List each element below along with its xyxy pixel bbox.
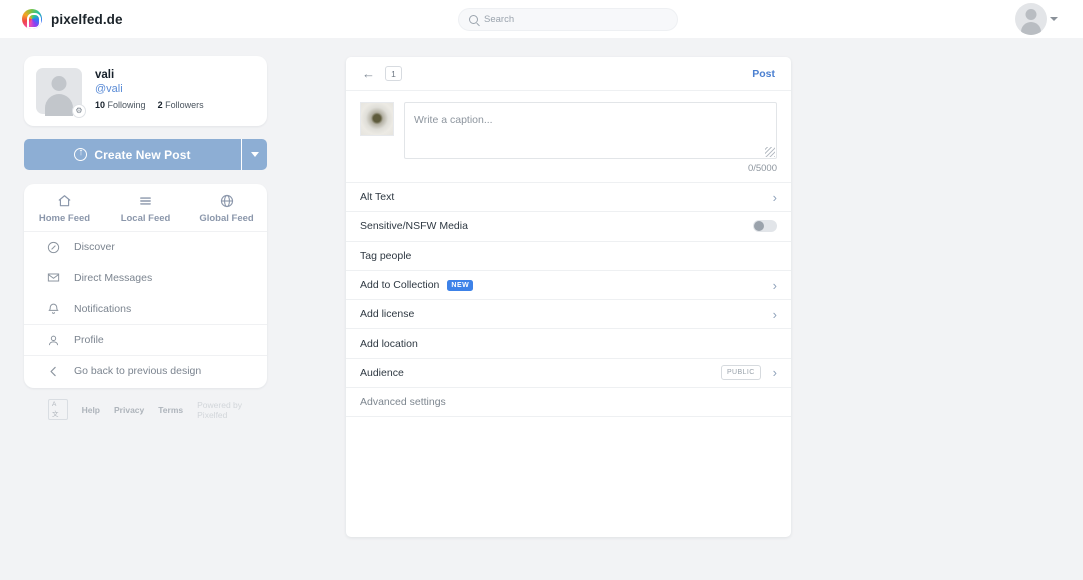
chevron-right-icon: › <box>772 189 777 205</box>
row-add-to-collection-label: Add to Collection NEW <box>360 279 474 292</box>
tab-local-feed[interactable]: Local Feed <box>105 193 186 224</box>
row-advanced-settings[interactable]: Advanced settings <box>346 388 791 418</box>
footer-link-help[interactable]: Help <box>82 405 100 415</box>
followers-count: 2 <box>157 100 163 110</box>
avatar-head <box>51 76 67 91</box>
post-composer-panel: ← 1 Post Write a caption... 0/5000 Alt T… <box>346 57 791 537</box>
search-icon <box>469 15 478 24</box>
chevron-down-icon[interactable] <box>1050 17 1058 21</box>
person-icon <box>46 334 60 347</box>
new-badge: NEW <box>447 279 474 291</box>
sidebar-item-discover-label: Discover <box>74 241 115 253</box>
row-tag-people-label: Tag people <box>360 249 412 262</box>
tab-global-feed-label: Global Feed <box>199 213 254 224</box>
sidebar-item-direct-messages-label: Direct Messages <box>74 271 153 284</box>
media-thumbnail[interactable] <box>360 102 394 136</box>
language-icon[interactable]: A文 <box>48 399 68 420</box>
avatar-head <box>1025 9 1037 20</box>
add-to-collection-text: Add to Collection <box>360 279 440 292</box>
sensitive-nsfw-toggle[interactable] <box>753 220 777 233</box>
chevron-right-icon: › <box>772 306 777 322</box>
followers-stat[interactable]: 2 Followers <box>158 100 204 110</box>
chevron-left-icon <box>46 365 60 378</box>
avatar-body <box>1021 22 1041 35</box>
pixelfed-logo-icon <box>22 9 42 29</box>
sidebar-item-notifications[interactable]: Notifications <box>24 293 267 324</box>
resize-handle[interactable] <box>765 147 775 157</box>
sidebar-item-direct-messages[interactable]: Direct Messages <box>24 262 267 293</box>
tab-home-feed[interactable]: Home Feed <box>24 193 105 224</box>
profile-card[interactable]: ⚙ vali @vali 10 Following 2 Followers <box>24 56 267 126</box>
row-tag-people[interactable]: Tag people <box>346 242 791 271</box>
media-count-badge: 1 <box>385 66 402 81</box>
caption-area: Write a caption... 0/5000 <box>346 91 791 183</box>
sidebar-footer: A文 Help Privacy Terms Powered by Pixelfe… <box>24 399 267 420</box>
create-post-dropdown-button[interactable] <box>241 139 267 170</box>
row-alt-text-label: Alt Text <box>360 191 395 204</box>
bell-icon <box>46 302 60 315</box>
row-sensitive-nsfw-label: Sensitive/NSFW Media <box>360 220 468 233</box>
sidebar-item-notifications-label: Notifications <box>74 302 132 315</box>
following-label: Following <box>107 100 146 110</box>
row-add-location[interactable]: Add location <box>346 329 791 359</box>
search-input[interactable] <box>484 14 667 25</box>
envelope-icon <box>46 271 60 284</box>
row-advanced-settings-label: Advanced settings <box>360 396 446 409</box>
back-arrow-icon[interactable]: ← <box>362 67 375 80</box>
composer-header: ← 1 Post <box>346 57 791 91</box>
sidebar-menu-card: Home Feed Local Feed Global Feed Discove… <box>24 184 267 388</box>
sidebar-item-discover[interactable]: Discover <box>24 231 267 262</box>
brand-name: pixelfed.de <box>51 11 123 27</box>
sidebar-item-profile[interactable]: Profile <box>24 324 267 355</box>
profile-name: vali <box>95 69 115 81</box>
row-add-license[interactable]: Add license › <box>346 300 791 330</box>
create-new-post-button[interactable]: Create New Post <box>24 139 241 170</box>
profile-handle[interactable]: @vali <box>95 82 204 97</box>
sidebar-item-go-back[interactable]: Go back to previous design <box>24 355 267 386</box>
globe-icon <box>220 193 234 208</box>
row-alt-text[interactable]: Alt Text › <box>346 183 791 213</box>
tab-home-feed-label: Home Feed <box>38 213 91 224</box>
top-navbar: pixelfed.de <box>0 0 1083 38</box>
upload-icon <box>74 146 88 161</box>
sidebar-item-go-back-label: Go back to previous design <box>74 365 202 377</box>
followers-label: Followers <box>165 100 204 110</box>
brand-logo-link[interactable]: pixelfed.de <box>22 9 123 29</box>
row-add-to-collection[interactable]: Add to Collection NEW › <box>346 271 791 301</box>
avatar[interactable] <box>1015 3 1047 35</box>
row-audience-label: Audience <box>360 366 404 379</box>
compass-icon <box>46 241 60 254</box>
feed-tabs: Home Feed Local Feed Global Feed <box>24 184 267 231</box>
profile-avatar[interactable]: ⚙ <box>36 68 86 118</box>
profile-stats: 10 Following 2 Followers <box>95 100 204 110</box>
caption-character-counter: 0/5000 <box>747 163 777 174</box>
caption-placeholder: Write a caption... <box>414 114 493 126</box>
sidebar-item-profile-label: Profile <box>74 334 104 346</box>
tab-local-feed-label: Local Feed <box>120 213 171 224</box>
tab-global-feed[interactable]: Global Feed <box>186 193 267 224</box>
row-add-location-label: Add location <box>360 337 418 350</box>
footer-link-terms[interactable]: Terms <box>158 405 183 415</box>
powered-by-label: Powered by Pixelfed <box>197 399 243 420</box>
row-sensitive-nsfw[interactable]: Sensitive/NSFW Media <box>346 212 791 242</box>
row-audience[interactable]: Audience PUBLIC › <box>346 359 791 389</box>
avatar-body <box>45 94 73 116</box>
list-icon <box>138 193 153 208</box>
post-button[interactable]: Post <box>752 68 775 80</box>
audience-value-badge: PUBLIC <box>720 365 761 381</box>
create-new-post-label: Create New Post <box>94 147 191 162</box>
create-new-post-group: Create New Post <box>24 139 267 170</box>
chevron-down-icon <box>250 152 259 157</box>
footer-link-privacy[interactable]: Privacy <box>114 405 144 415</box>
following-count: 10 <box>95 100 106 110</box>
chevron-right-icon: › <box>772 277 777 293</box>
chevron-right-icon: › <box>772 365 777 381</box>
caption-textarea[interactable]: Write a caption... <box>404 102 777 159</box>
sidebar: ⚙ vali @vali 10 Following 2 Followers Cr… <box>24 56 267 420</box>
gear-icon[interactable]: ⚙ <box>72 104 86 118</box>
row-add-license-label: Add license <box>360 308 415 321</box>
following-stat[interactable]: 10 Following <box>95 100 146 110</box>
search-bar[interactable] <box>458 8 678 31</box>
home-icon <box>57 193 72 208</box>
